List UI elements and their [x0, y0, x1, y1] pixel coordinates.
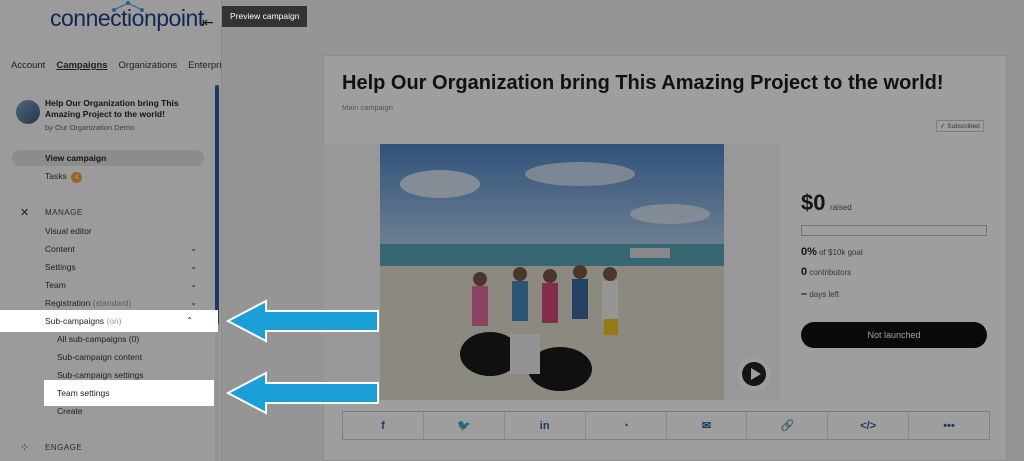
nav-subcampaigns-mode: (on) — [106, 316, 122, 326]
arrow-icon — [226, 371, 379, 415]
chevron-up-icon: ⌃ — [186, 316, 193, 325]
preview-campaign-tooltip: Preview campaign — [222, 6, 308, 27]
arrow-icon — [226, 299, 379, 343]
nav-subcampaigns-label: Sub-campaigns — [45, 316, 105, 326]
nav-subcampaigns[interactable]: Sub-campaigns (on) ⌃ — [0, 310, 218, 332]
nav-team-settings[interactable]: Team settings — [44, 380, 214, 406]
